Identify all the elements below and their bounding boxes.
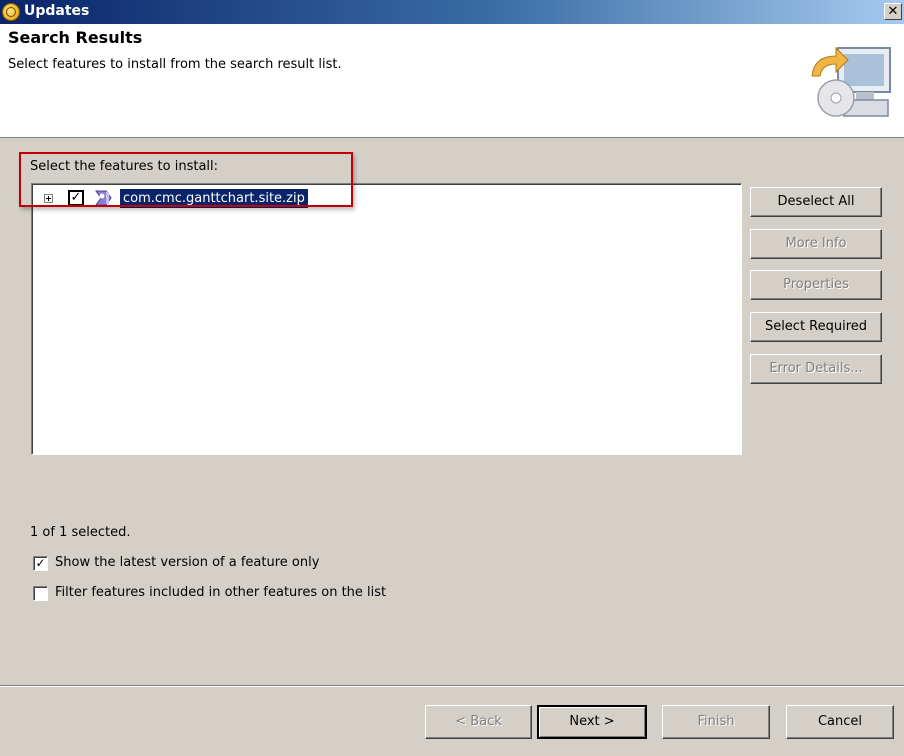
checkmark-icon: ✓ xyxy=(35,556,46,570)
checkmark-icon: ✓ xyxy=(70,190,82,205)
select-required-button[interactable]: Select Required xyxy=(750,312,882,342)
cancel-button[interactable]: Cancel xyxy=(786,705,894,739)
next-button[interactable]: Next > xyxy=(537,705,647,739)
filter-included-checkbox[interactable] xyxy=(33,586,48,601)
page-description: Select features to install from the sear… xyxy=(8,57,342,72)
feature-label[interactable]: com.cmc.ganttchart.site.zip xyxy=(120,189,308,208)
latest-version-checkbox[interactable]: ✓ xyxy=(33,556,48,571)
footer-separator xyxy=(0,685,904,687)
feature-checkbox[interactable]: ✓ xyxy=(68,190,84,206)
properties-button[interactable]: Properties xyxy=(750,270,882,300)
site-feature-icon xyxy=(92,189,114,207)
features-group-label: Select the features to install: xyxy=(30,159,219,174)
selection-status: 1 of 1 selected. xyxy=(30,525,131,540)
title-bar: Updates ✕ xyxy=(0,0,904,24)
window-title: Updates xyxy=(24,3,90,19)
expand-plus-icon[interactable] xyxy=(44,194,53,203)
page-title: Search Results xyxy=(8,28,143,47)
latest-version-label: Show the latest version of a feature onl… xyxy=(55,555,320,570)
error-details-button[interactable]: Error Details... xyxy=(750,354,882,384)
update-globe-icon xyxy=(2,3,20,21)
close-button[interactable]: ✕ xyxy=(884,3,902,20)
deselect-all-button[interactable]: Deselect All xyxy=(750,187,882,217)
more-info-button[interactable]: More Info xyxy=(750,229,882,259)
back-button[interactable]: < Back xyxy=(425,705,532,739)
close-icon: ✕ xyxy=(887,4,899,19)
features-tree[interactable]: ✓ com.cmc.ganttchart.site.zip xyxy=(31,183,742,455)
filter-included-label: Filter features included in other featur… xyxy=(55,585,387,600)
finish-button[interactable]: Finish xyxy=(662,705,770,739)
update-wizard-icon xyxy=(806,42,894,124)
